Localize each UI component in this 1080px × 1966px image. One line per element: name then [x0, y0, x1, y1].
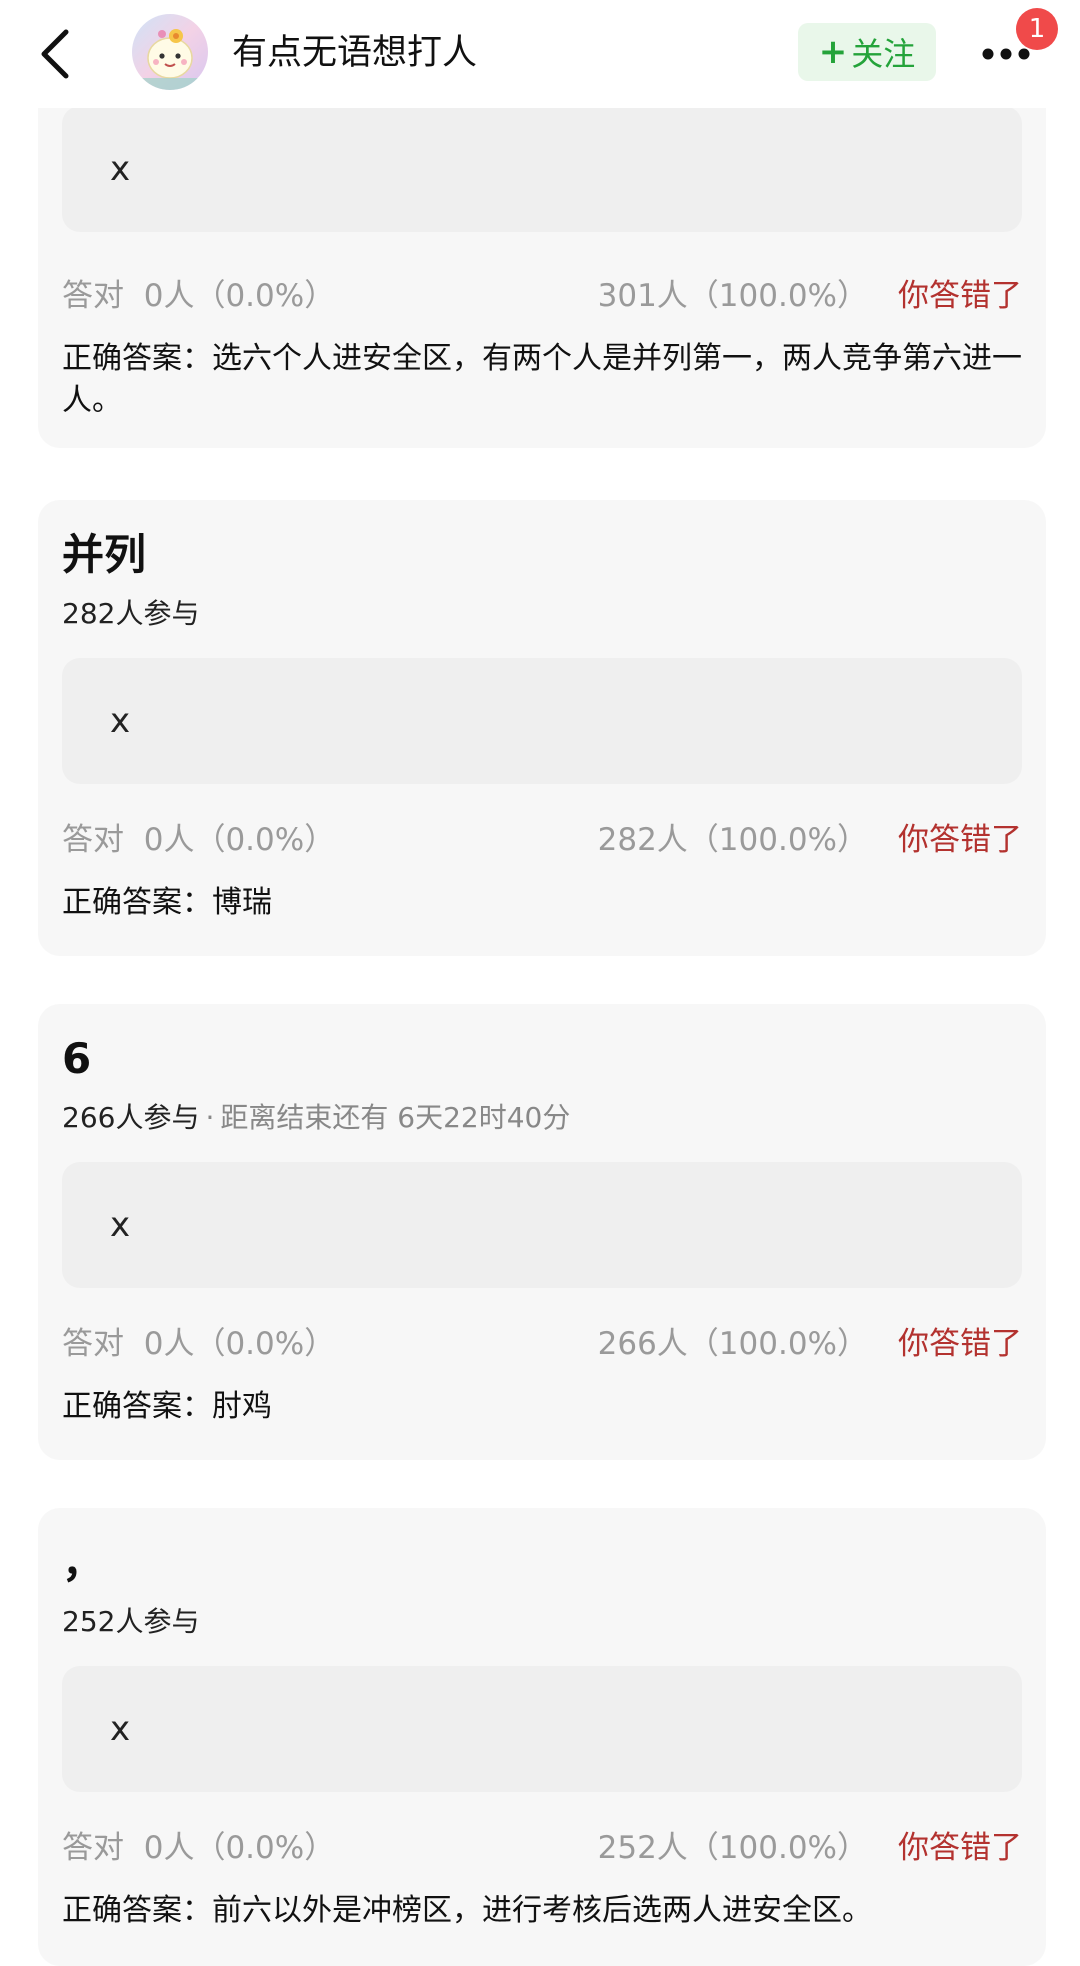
- participant-count: 282人参与: [62, 597, 200, 630]
- option-text: x: [110, 1709, 131, 1749]
- quiz-option[interactable]: x: [62, 658, 1022, 784]
- correct-answer: 正确答案：博瑞: [62, 885, 272, 920]
- quiz-stats: 答对 0人（0.0%） 282人（100.0%） 你答错了: [62, 816, 1022, 864]
- participant-count: 252人参与: [62, 1605, 200, 1638]
- avatar-image: [132, 14, 208, 90]
- follow-button[interactable]: + 关注: [798, 23, 936, 81]
- correct-stat: 答对 0人（0.0%）: [62, 1830, 336, 1866]
- result-status: 你答错了: [898, 278, 1022, 314]
- wrong-stat: 252人（100.0%）: [597, 1830, 868, 1866]
- question-title: 6: [62, 1034, 92, 1083]
- option-text: x: [110, 701, 131, 741]
- correct-stat: 答对 0人（0.0%）: [62, 278, 336, 314]
- quiz-card: 6 266人参与 · 距离结束还有 6天22时40分 x 答对 0人（0.0%） 2…: [38, 1004, 1046, 1460]
- follow-label: 关注: [851, 35, 916, 73]
- notification-badge: 1: [1016, 8, 1058, 50]
- top-nav-bar: 有点无语想打人 + 关注 1: [0, 0, 1080, 108]
- question-title: ，: [62, 1538, 105, 1587]
- quiz-option[interactable]: x: [62, 106, 1022, 232]
- participant-count: 266人参与 · 距离结束还有 6天22时40分: [62, 1101, 571, 1134]
- result-status: 你答错了: [898, 1830, 1022, 1866]
- username[interactable]: 有点无语想打人: [232, 28, 477, 78]
- wrong-stat: 301人（100.0%）: [597, 278, 868, 314]
- result-status: 你答错了: [898, 822, 1022, 858]
- quiz-option[interactable]: x: [62, 1666, 1022, 1792]
- wrong-stat: 266人（100.0%）: [597, 1326, 868, 1362]
- quiz-stats: 答对 0人（0.0%） 301人（100.0%） 你答错了: [62, 272, 1022, 320]
- deadline-text: 距离结束还有 6天22时40分: [220, 1101, 571, 1134]
- quiz-card: 并列 282人参与 x 答对 0人（0.0%） 282人（100.0%） 你答错…: [38, 500, 1046, 956]
- wrong-stat: 282人（100.0%）: [597, 822, 868, 858]
- plus-icon: +: [818, 32, 848, 72]
- quiz-card: ， 252人参与 x 答对 0人（0.0%） 252人（100.0%） 你答错了…: [38, 1508, 1046, 1966]
- question-title: 并列: [62, 530, 147, 579]
- correct-stat: 答对 0人（0.0%）: [62, 1326, 336, 1362]
- quiz-stats: 答对 0人（0.0%） 266人（100.0%） 你答错了: [62, 1320, 1022, 1368]
- correct-stat: 答对 0人（0.0%）: [62, 822, 336, 858]
- option-text: x: [110, 149, 131, 189]
- chevron-left-icon: [41, 29, 69, 79]
- back-button[interactable]: [30, 22, 80, 86]
- correct-answer: 正确答案：肘鸡: [62, 1389, 272, 1424]
- quiz-option[interactable]: x: [62, 1162, 1022, 1288]
- correct-answer: 正确答案：选六个人进安全区，有两个人是并列第一，两人竞争第六进一人。: [62, 341, 1022, 418]
- avatar[interactable]: [132, 14, 208, 90]
- separator-dot: ·: [205, 1101, 215, 1134]
- quiz-stats: 答对 0人（0.0%） 252人（100.0%） 你答错了: [62, 1824, 1022, 1872]
- option-text: x: [110, 1205, 131, 1245]
- correct-answer: 正确答案：前六以外是冲榜区，进行考核后选两人进安全区。: [62, 1893, 872, 1928]
- result-status: 你答错了: [898, 1326, 1022, 1362]
